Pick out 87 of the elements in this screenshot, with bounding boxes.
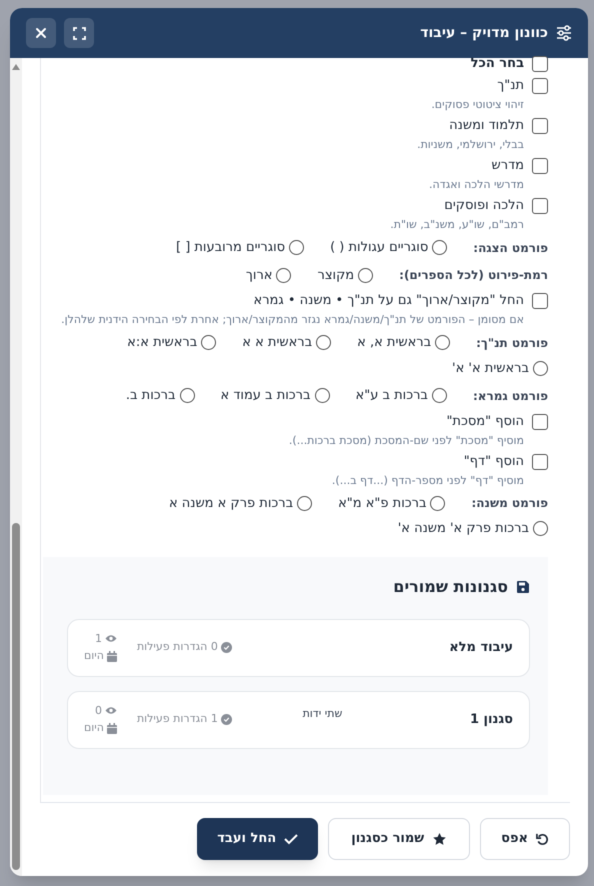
undo-icon [536,832,549,846]
hint-text: מוסיף "דף" לפני מספר-הדף (...דף ב...). [330,472,525,488]
preset-note: שתי ידות [302,706,342,722]
radio-label[interactable]: ברכות ב. [126,386,176,406]
expand-icon [72,26,86,40]
hint-text: זיהוי ציטוטי פסוקים. [430,97,525,113]
radio-button[interactable] [435,335,450,350]
checkbox-label[interactable]: הלכה ופוסקים [444,196,524,216]
radio-label[interactable]: ברכות פ"א מ"א [338,494,426,513]
checkbox-label[interactable]: תנ"ך [497,76,524,96]
checkbox-label[interactable]: תלמוד ומשנה [449,116,524,136]
radio-label[interactable]: ברכות פרק א משנה א [168,494,294,513]
close-icon [35,27,47,39]
radio-label[interactable]: בראשית א' א' [452,358,529,378]
preset-name: סגנון 1 [468,710,513,729]
checkbox-label[interactable]: בחר הכל [470,54,524,74]
hint-text: מדרשי הלכה ואגדה. [428,177,525,193]
date-text: היום [84,720,104,736]
radio-label[interactable]: ברכות ב ע"א [356,386,428,406]
checkbox-label[interactable]: הוסף "דף" [464,452,524,472]
group-label: פורמט משנה: [471,495,548,512]
radio-button[interactable] [297,496,312,511]
group-label: פורמט תנ"ך: [476,334,548,352]
checkbox-label[interactable]: הוסף "מסכת" [446,412,524,432]
radio-label[interactable]: ארוך [246,266,272,285]
reset-button[interactable]: אפס [480,818,570,860]
checkmark-icon [284,833,298,845]
preset-name: עיבוד מלא [448,638,513,657]
active-settings-count: 0 הגדרות פעילות [136,639,218,656]
radio-button[interactable] [533,521,548,536]
radio-button[interactable] [432,388,447,404]
hint-text: מוסיף "מסכת" לפני שם-המסכת (מסכת ברכות...). [288,432,525,448]
window-title: כוונון מדויק – עיבוד [420,24,548,42]
apply-button[interactable]: החל ועבד [197,818,318,860]
save-preset-button[interactable]: שמור כסגנון [328,818,470,860]
radio-button[interactable] [316,335,332,350]
checkbox[interactable] [532,56,548,72]
group-label: פורמט גמרא: [472,388,548,405]
group-label: רמת-פירוט (לכל הספרים): [399,267,548,284]
hint-text: בבלי, ירושלמי, משניות. [416,137,525,153]
radio-button[interactable] [180,388,194,404]
check-circle-icon [220,642,232,653]
checkbox[interactable] [532,293,548,309]
section-title: סגנונות שמורים [393,576,508,598]
calendar-icon [106,650,117,662]
radio-label[interactable]: בראשית א א [242,333,312,352]
sliders-icon [556,25,572,41]
scroll-up-icon [12,64,20,70]
radio-label[interactable]: ברכות פרק א' משנה א' [398,519,529,538]
scrollbar[interactable] [10,58,22,876]
radio-label[interactable]: סוגריים מרובעות [ ] [176,238,286,258]
view-count: 0 [94,702,102,718]
checkbox[interactable] [532,198,548,214]
radio-button[interactable] [289,240,304,256]
radio-button[interactable] [430,496,446,511]
checkbox-label[interactable]: מדרש [492,156,524,176]
radio-label[interactable]: בראשית א, א [357,333,432,352]
fullscreen-button[interactable] [64,18,94,48]
view-count: 1 [94,630,102,646]
radio-button[interactable] [358,268,374,283]
radio-label[interactable]: מקוצר [317,266,354,285]
date-text: היום [84,648,104,664]
radio-label[interactable]: סוגריים עגולות ( ) [330,238,428,258]
checkbox-label[interactable]: החל "מקוצר/ארוך" גם על תנ"ך • משנה • גמרא [254,291,524,311]
checkbox[interactable] [532,118,548,134]
checkbox[interactable] [532,78,548,94]
checkbox[interactable] [532,454,548,470]
eye-icon [104,634,117,644]
radio-label[interactable]: בראשית א:א [127,333,198,352]
radio-label[interactable]: ברכות ב עמוד א [220,386,311,406]
checkbox[interactable] [532,414,548,430]
radio-button[interactable] [314,388,330,404]
group-label: פורמט הצגה: [473,240,548,257]
checkbox[interactable] [532,158,548,174]
radio-button[interactable] [432,240,448,256]
calendar-icon [106,722,117,734]
star-icon [432,832,448,846]
close-button[interactable] [26,18,56,48]
radio-button[interactable] [276,268,292,283]
hint-text: רמב"ם, שו"ע, משנ"ב, שו"ת. [389,217,525,233]
check-circle-icon [220,714,232,725]
scrollbar-thumb[interactable] [12,523,20,870]
hint-text: אם מסומן – הפורמט של תנ"ך/משנה/גמרא נגזר מהמקוצר/ארוך; אחרת לפי הבחירה הידנית שלהלן. [60,312,525,328]
radio-button[interactable] [201,335,216,350]
active-settings-count: 1 הגדרות פעילות [136,711,218,728]
eye-icon [104,706,117,716]
radio-button[interactable] [533,360,548,376]
